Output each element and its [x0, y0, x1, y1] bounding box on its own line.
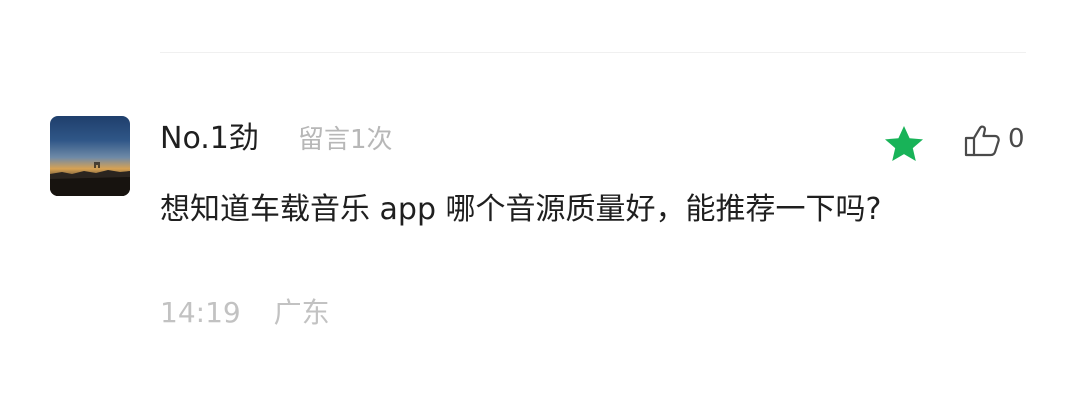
comment-text: 想知道车载音乐 app 哪个音源质量好，能推荐一下吗? — [160, 192, 882, 227]
user-name[interactable]: No.1劲 — [160, 119, 259, 159]
avatar[interactable] — [50, 116, 130, 196]
comment-time: 14:19 — [160, 296, 241, 329]
comment-location: 广东 — [273, 296, 330, 329]
avatar-image — [50, 162, 130, 196]
message-count: 留言1次 — [298, 125, 393, 155]
like-count: 0 — [1008, 124, 1025, 154]
like-button[interactable]: 0 — [962, 118, 1032, 162]
comment-meta: 14:19 广东 — [160, 294, 330, 332]
comment-item: No.1劲 留言1次 0 想知道车载音乐 app 哪个音源质量好，能推荐一下吗?… — [0, 0, 1080, 418]
star-button[interactable] — [882, 124, 926, 164]
thumbs-up-icon — [964, 125, 1000, 157]
star-icon — [885, 126, 923, 161]
